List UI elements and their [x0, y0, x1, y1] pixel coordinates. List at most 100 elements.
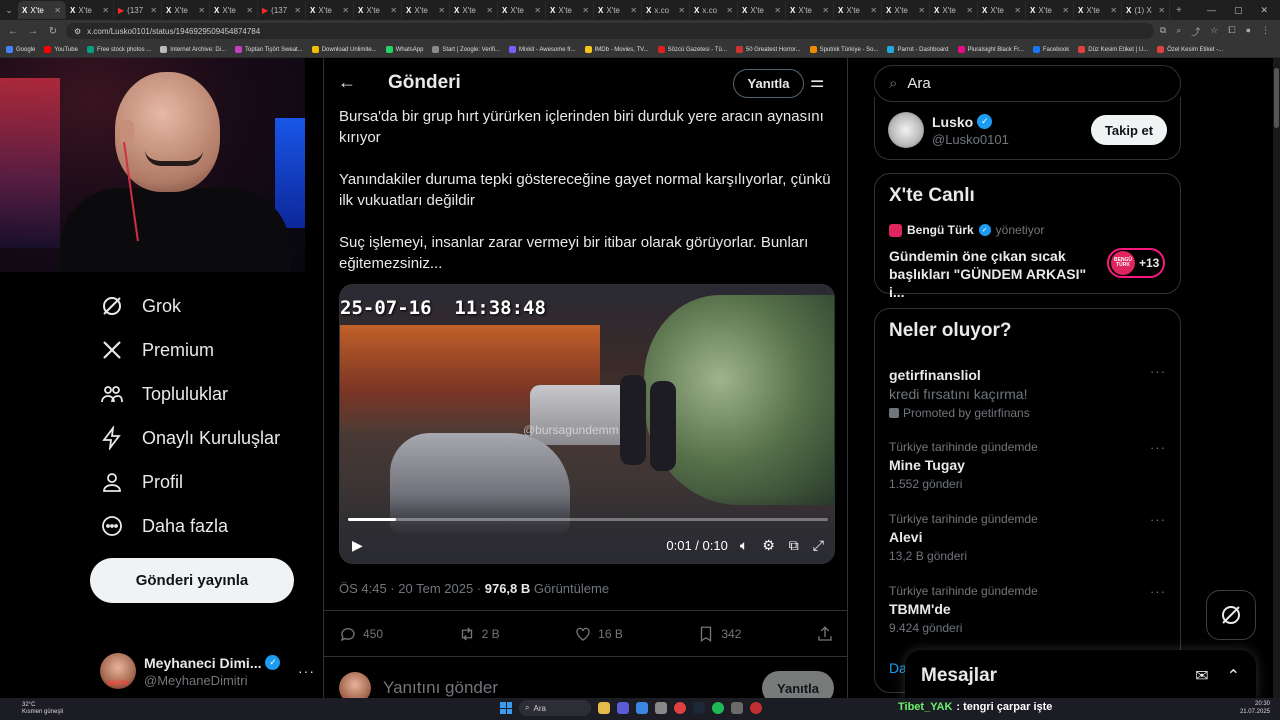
live-listeners-badge[interactable]: BENGÜ TÜRK +13 [1107, 248, 1165, 278]
browser-tab[interactable]: X X'te ✕ [450, 1, 498, 19]
tab-close-icon[interactable]: ✕ [1110, 6, 1117, 15]
reply-action[interactable]: 450 [339, 625, 383, 643]
browser-tab[interactable]: X X'te ✕ [498, 1, 546, 19]
bookmark-item[interactable]: YouTube [44, 46, 78, 53]
browser-tab[interactable]: X (1) X ✕ [1122, 1, 1170, 19]
browser-tab[interactable]: X X'te ✕ [210, 1, 258, 19]
browser-tab[interactable]: X X'te ✕ [1074, 1, 1122, 19]
tab-close-icon[interactable]: ✕ [342, 6, 349, 15]
bookmark-item[interactable]: Pluralsight Black Fr... [957, 46, 1024, 53]
bookmark-item[interactable]: IMDb - Movies, TV... [584, 46, 649, 53]
post-button[interactable]: Gönderi yayınla [90, 558, 294, 603]
nav-item-premium[interactable]: Premium [100, 338, 214, 362]
bookmark-star-icon[interactable]: ☆ [1210, 25, 1218, 38]
bookmark-item[interactable]: Özel Kesim Etiket -... [1157, 46, 1223, 53]
tab-close-icon[interactable]: ✕ [294, 6, 301, 15]
nav-item-verified-orgs[interactable]: Onaylı Kuruluşlar [100, 426, 280, 450]
tab-close-icon[interactable]: ✕ [726, 6, 733, 15]
spotify-icon[interactable] [712, 702, 724, 714]
app-icon[interactable] [731, 702, 743, 714]
chrome-icon[interactable] [674, 702, 686, 714]
video-player[interactable]: 25-07-16 11:38:48 @bursagundemm ▶ 0:01 /… [339, 284, 835, 564]
browser-tab[interactable]: X X'te ✕ [738, 1, 786, 19]
follow-button[interactable]: Takip et [1091, 115, 1167, 145]
browser-tab[interactable]: X X'te ✕ [402, 1, 450, 19]
bookmark-action[interactable]: 342 [697, 625, 741, 643]
tab-close-icon[interactable]: ✕ [534, 6, 541, 15]
tab-close-icon[interactable]: ✕ [438, 6, 445, 15]
repost-action[interactable]: 2 B [458, 625, 500, 643]
trend-promo[interactable]: getirfinansliol kredi fırsatını kaçırma!… [889, 364, 1166, 420]
tab-close-icon[interactable]: ✕ [1014, 6, 1021, 15]
start-button[interactable] [500, 702, 512, 714]
tab-close-icon[interactable]: ✕ [870, 6, 877, 15]
bookmark-item[interactable]: Google [6, 46, 35, 53]
bookmark-item[interactable]: WhatsApp [385, 46, 423, 53]
tab-close-icon[interactable]: ✕ [486, 6, 493, 15]
browser-tab[interactable]: X X'te ✕ [162, 1, 210, 19]
nav-item-profile[interactable]: Profil [100, 470, 183, 494]
browser-tab[interactable]: X X'te ✕ [546, 1, 594, 19]
browser-menu-icon[interactable]: ⋮ [1261, 25, 1270, 38]
tab-close-icon[interactable]: ✕ [582, 6, 589, 15]
edge-icon[interactable] [636, 702, 648, 714]
live-description[interactable]: Gündemin öne çıkan sıcak başlıkları "GÜN… [889, 247, 1099, 301]
trend-more-icon[interactable]: ··· [1150, 512, 1166, 527]
tab-close-icon[interactable]: ✕ [246, 6, 253, 15]
account-switcher[interactable]: DİMİTR Meyhaneci Dimi... ✓ @MeyhaneDimit… [100, 649, 315, 693]
browser-tab[interactable]: ▶ (137 ✕ [258, 1, 306, 19]
tab-search-button[interactable]: ⌄ [0, 1, 18, 19]
file-explorer-icon[interactable] [598, 702, 610, 714]
browser-tab[interactable]: X X'te ✕ [1026, 1, 1074, 19]
live-host[interactable]: Bengü Türk ✓ yönetiyor [889, 223, 1044, 237]
bookmark-item[interactable]: Facebook [1032, 46, 1069, 53]
share-action[interactable] [816, 625, 834, 643]
fullscreen-icon[interactable]: ⤢ [813, 537, 824, 554]
like-action[interactable]: 16 B [574, 625, 623, 643]
tab-close-icon[interactable]: ✕ [1158, 6, 1165, 15]
play-icon[interactable]: ▶ [352, 537, 363, 554]
new-message-icon[interactable]: ✉ [1195, 666, 1208, 686]
settings-gear-icon[interactable]: ⚙ [762, 537, 775, 554]
trend-more-icon[interactable]: ··· [1150, 584, 1166, 599]
browser-tab[interactable]: X X'te ✕ [786, 1, 834, 19]
reply-input[interactable]: Yanıtını gönder [383, 678, 498, 698]
trend-item[interactable]: Türkiye tarihinde gündemde Alevi 13,2 B … [889, 512, 1166, 563]
nav-item-grok[interactable]: Grok [100, 294, 181, 318]
filter-settings-icon[interactable]: ⚌ [810, 72, 824, 92]
weather-widget[interactable]: 32°C Kısmen güneşli [22, 702, 63, 716]
bookmark-item[interactable]: Sözcü Gazetesi - Tü... [657, 46, 727, 53]
reply-button-top[interactable]: Yanıtla [733, 69, 804, 98]
clock[interactable]: 20:30 21.07.2025 [1240, 700, 1270, 716]
profile-icon-browser[interactable]: ● [1246, 25, 1251, 38]
close-window-icon[interactable]: ✕ [1260, 5, 1268, 16]
extensions-icon[interactable]: ⧠ [1228, 25, 1235, 38]
tab-close-icon[interactable]: ✕ [102, 6, 109, 15]
video-progress-bar[interactable] [348, 518, 828, 521]
url-input[interactable]: ⚙ x.com/Lusko0101/status/194692950945487… [66, 23, 1154, 39]
tab-close-icon[interactable]: ✕ [150, 6, 157, 15]
browser-tab[interactable]: X X'te ✕ [834, 1, 882, 19]
zoom-icon[interactable]: ⌕ [1176, 25, 1181, 38]
bookmark-item[interactable]: Free stock photos ... [86, 46, 151, 53]
install-icon[interactable]: ⧉ [1160, 25, 1166, 38]
browser-tab[interactable]: X X'te ✕ [594, 1, 642, 19]
new-tab-button[interactable]: + [1170, 5, 1188, 16]
browser-tab[interactable]: X X'te ✕ [306, 1, 354, 19]
bookmark-item[interactable]: Download Unlimite... [311, 46, 377, 53]
bookmark-item[interactable]: Parrot - Dashboard [887, 46, 949, 53]
minimize-icon[interactable]: — [1207, 5, 1216, 16]
steam-icon[interactable] [693, 702, 705, 714]
tab-close-icon[interactable]: ✕ [630, 6, 637, 15]
tab-close-icon[interactable]: ✕ [966, 6, 973, 15]
grok-button[interactable] [1206, 590, 1256, 640]
trend-item[interactable]: Türkiye tarihinde gündemde Mine Tugay 1.… [889, 440, 1166, 491]
bookmark-item[interactable]: Düz Kesim Etiket | U... [1078, 46, 1148, 53]
app-icon[interactable] [617, 702, 629, 714]
tab-close-icon[interactable]: ✕ [822, 6, 829, 15]
expand-up-icon[interactable]: ⌃ [1227, 666, 1240, 686]
browser-tab[interactable]: X X'te ✕ [18, 1, 66, 19]
nav-item-more[interactable]: Daha fazla [100, 514, 228, 538]
tab-close-icon[interactable]: ✕ [1062, 6, 1069, 15]
bookmark-item[interactable]: Internet Archive: Di... [160, 46, 226, 53]
